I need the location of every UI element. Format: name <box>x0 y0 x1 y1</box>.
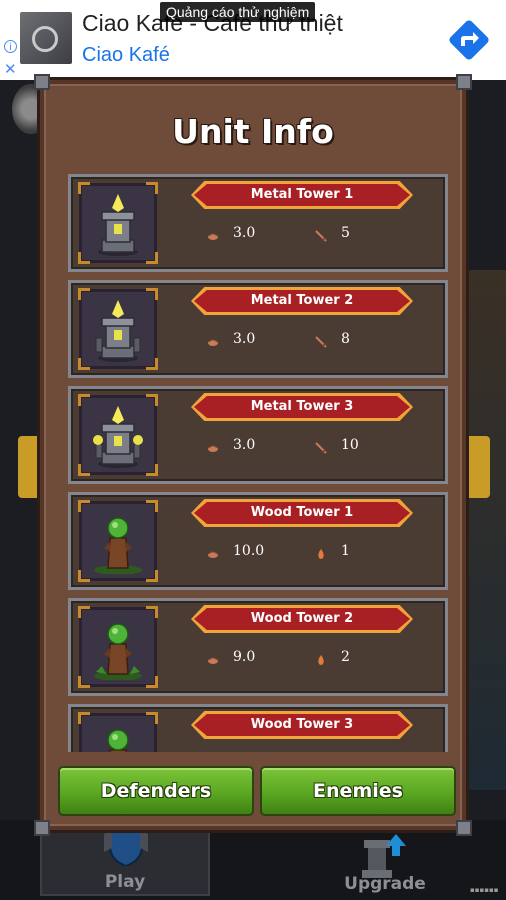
attack-speed-icon <box>207 651 219 664</box>
enemies-button[interactable]: Enemies <box>260 766 456 816</box>
unit-name-ribbon: Wood Tower 1 <box>191 499 413 527</box>
metal-tower-icon <box>78 288 158 370</box>
directions-arrow-icon[interactable] <box>447 18 491 62</box>
unit-stat-speed: 3.0 <box>233 437 256 453</box>
ad-thumbnail[interactable] <box>20 12 72 64</box>
unit-stat-damage: 10 <box>341 437 359 453</box>
unit-stat-speed: 3.0 <box>233 225 256 241</box>
upgrade-label: Upgrade <box>344 874 426 894</box>
unit-name: Wood Tower 1 <box>194 502 410 524</box>
wood-tower-icon <box>78 500 158 582</box>
attack-speed-icon <box>207 439 219 452</box>
unit-stat-damage: 2 <box>341 649 350 665</box>
wood-tower-sprite <box>94 623 142 680</box>
close-icon[interactable]: ✕ <box>4 60 17 78</box>
unit-card[interactable]: Metal Tower 1 3.0 5 <box>68 174 448 272</box>
wood-tower-sprite <box>94 517 142 574</box>
play-label: Play <box>104 872 146 892</box>
unit-name-ribbon: Metal Tower 1 <box>191 181 413 209</box>
unit-stat-speed: 9.0 <box>233 649 256 665</box>
unit-name: Metal Tower 3 <box>194 396 410 418</box>
ad-test-label: Quảng cáo thử nghiệm <box>160 2 316 22</box>
unit-name: Wood Tower 2 <box>194 608 410 630</box>
flame-icon <box>315 545 327 559</box>
panel-corner <box>34 74 50 90</box>
attack-speed-icon <box>207 333 219 346</box>
unit-stat-speed: 10.0 <box>233 543 265 559</box>
unit-name-ribbon: Metal Tower 3 <box>191 393 413 421</box>
unit-card[interactable]: Wood Tower 2 9.0 2 <box>68 598 448 696</box>
unit-name-ribbon: Metal Tower 2 <box>191 287 413 315</box>
metal-tower-icon <box>78 182 158 264</box>
unit-name-ribbon: Wood Tower 3 <box>191 711 413 739</box>
defenders-button[interactable]: Defenders <box>58 766 254 816</box>
unit-card[interactable]: Metal Tower 2 3.0 8 <box>68 280 448 378</box>
ad-banner[interactable]: Ciao Kafé - Cafe thư thiệt Ciao Kafé Quả… <box>0 0 506 80</box>
watermark: ▪▪▪▪▪▪ <box>470 886 499 894</box>
panel-corner <box>456 820 472 836</box>
tower-upgrade-icon <box>362 834 406 878</box>
shield-icon <box>104 826 148 866</box>
unit-name: Metal Tower 2 <box>194 290 410 312</box>
metal-tower-icon <box>78 394 158 476</box>
unit-card[interactable]: Wood Tower 1 10.0 1 <box>68 492 448 590</box>
panel-corner <box>34 820 50 836</box>
upgrade-tab[interactable]: Upgrade <box>300 820 470 900</box>
ad-subtitle[interactable]: Ciao Kafé <box>82 44 170 67</box>
metal-tower-sprite <box>95 300 141 362</box>
unit-stat-damage: 1 <box>341 543 350 559</box>
attack-speed-icon <box>207 545 219 558</box>
attack-speed-icon <box>207 227 219 240</box>
unit-name: Wood Tower 3 <box>194 714 410 736</box>
unit-stat-damage: 5 <box>341 225 350 241</box>
info-icon[interactable]: i <box>4 40 17 53</box>
sword-icon <box>315 333 327 348</box>
panel-title: Unit Info <box>172 112 334 151</box>
unit-name: Metal Tower 1 <box>194 184 410 206</box>
unit-card[interactable]: Wood Tower 3 <box>68 704 448 752</box>
panel-corner <box>456 74 472 90</box>
metal-tower-sprite <box>93 406 143 468</box>
wood-tower-icon <box>78 606 158 688</box>
unit-list[interactable]: Metal Tower 1 3.0 5 Metal Tower 2 3.0 8 Metal … <box>68 174 448 752</box>
unit-stat-speed: 3.0 <box>233 331 256 347</box>
metal-tower-sprite <box>98 194 138 256</box>
wood-tower-icon <box>78 712 158 752</box>
background-map <box>468 270 506 790</box>
wood-tower-sprite <box>107 729 129 752</box>
unit-stat-damage: 8 <box>341 331 350 347</box>
sword-icon <box>315 227 327 242</box>
unit-card[interactable]: Metal Tower 3 3.0 10 <box>68 386 448 484</box>
flame-icon <box>315 651 327 665</box>
unit-info-panel: Unit Info Metal Tower 1 3.0 5 Metal Tower 2… <box>34 74 472 836</box>
unit-name-ribbon: Wood Tower 2 <box>191 605 413 633</box>
sword-icon <box>315 439 327 454</box>
right-page-tab <box>464 436 490 498</box>
